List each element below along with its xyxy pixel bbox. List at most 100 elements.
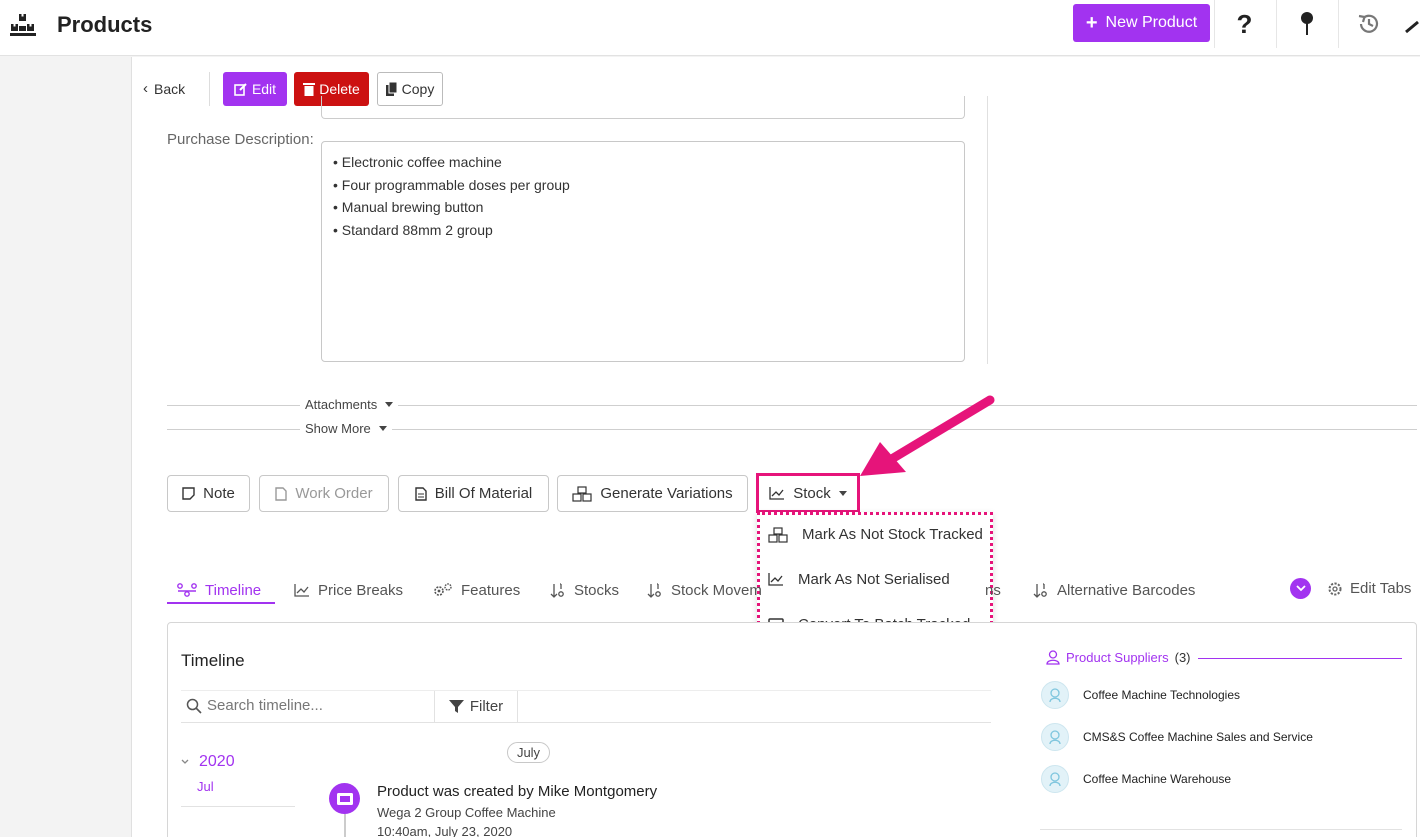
tab-stock-movements[interactable]: Stock Movem bbox=[647, 576, 762, 604]
bill-of-material-button[interactable]: Bill Of Material bbox=[398, 475, 549, 512]
help-button[interactable]: ? bbox=[1214, 0, 1274, 48]
back-button[interactable]: ‹ Back bbox=[143, 80, 185, 97]
show-more-toggle[interactable]: Show More bbox=[300, 421, 392, 436]
tab-alternative-barcodes[interactable]: Alternative Barcodes bbox=[1033, 576, 1195, 604]
coffee-avatar-icon bbox=[1049, 688, 1061, 703]
tab-partial-hidden[interactable]: ns bbox=[985, 576, 1001, 604]
tab-label: Price Breaks bbox=[318, 581, 404, 599]
generate-variations-button[interactable]: Generate Variations bbox=[557, 475, 748, 512]
event-icon-circle bbox=[329, 783, 360, 814]
year-label: 2020 bbox=[199, 753, 235, 770]
supplier-name: CMS&S Coffee Machine Sales and Service bbox=[1083, 730, 1313, 744]
caret-down-icon bbox=[385, 402, 394, 407]
purchase-line: • Four programmable doses per group bbox=[333, 176, 570, 193]
tab-label: Stocks bbox=[574, 581, 620, 599]
event-subtitle: Wega 2 Group Coffee Machine bbox=[377, 805, 556, 820]
edit-icon bbox=[234, 83, 247, 96]
expand-arrow-icon[interactable] bbox=[1404, 18, 1420, 34]
pin-button[interactable] bbox=[1276, 0, 1336, 48]
note-button[interactable]: Note bbox=[167, 475, 250, 512]
new-product-button[interactable]: + New Product bbox=[1073, 4, 1210, 42]
tab-stocks[interactable]: Stocks bbox=[550, 576, 619, 604]
attachments-toggle[interactable]: Attachments bbox=[300, 397, 399, 412]
timeline-search-input[interactable] bbox=[207, 697, 427, 714]
purchase-line: • Standard 88mm 2 group bbox=[333, 222, 493, 239]
menu-item-not-stock-tracked[interactable]: Mark As Not Stock Tracked bbox=[768, 526, 983, 543]
month-pill: July bbox=[507, 742, 550, 763]
gear-icon bbox=[1328, 582, 1342, 595]
supplier-item[interactable]: Coffee Machine Technologies bbox=[1041, 681, 1240, 709]
purchase-description-field[interactable]: • Electronic coffee machine • Four progr… bbox=[321, 141, 965, 362]
timeline-icon bbox=[177, 583, 197, 597]
active-tab-underline bbox=[167, 602, 275, 604]
boxes-icon bbox=[768, 526, 788, 543]
chevron-down-icon bbox=[1295, 585, 1306, 592]
new-product-label: New Product bbox=[1105, 14, 1198, 31]
top-bar: Products + New Product ? bbox=[0, 0, 1420, 56]
chevron-down-icon bbox=[181, 759, 189, 764]
sort-numeric-icon bbox=[550, 582, 564, 598]
event-title: Product was created by Mike Montgomery bbox=[377, 783, 658, 800]
document-icon bbox=[275, 486, 288, 501]
tab-features[interactable]: Features bbox=[433, 576, 520, 604]
supplier-item[interactable]: CMS&S Coffee Machine Sales and Service bbox=[1041, 723, 1313, 751]
bom-label: Bill Of Material bbox=[434, 485, 533, 502]
menu-item-label: Mark As Not Stock Tracked bbox=[802, 526, 983, 543]
purchase-description-label: Purchase Description: bbox=[167, 131, 314, 148]
filter-label: Filter bbox=[469, 698, 504, 715]
year-divider bbox=[181, 806, 295, 807]
tab-label: Timeline bbox=[205, 581, 262, 599]
more-tabs-button[interactable] bbox=[1290, 578, 1311, 599]
chevron-left-icon: ‹ bbox=[143, 80, 148, 97]
boxes-logo-icon bbox=[10, 14, 36, 36]
edit-label: Edit bbox=[251, 81, 277, 97]
coffee-avatar-icon bbox=[1049, 730, 1061, 745]
supplier-item[interactable]: Coffee Machine Warehouse bbox=[1041, 765, 1231, 793]
year-toggle[interactable]: 2020 bbox=[181, 753, 235, 771]
tab-price-breaks[interactable]: Price Breaks bbox=[294, 576, 403, 604]
search-icon bbox=[186, 698, 202, 714]
page-title: Products bbox=[57, 12, 153, 37]
coffee-avatar-icon bbox=[1049, 772, 1061, 787]
product-suppliers-heading[interactable]: Product Suppliers (3) bbox=[1046, 650, 1191, 665]
suppliers-count: (3) bbox=[1174, 650, 1191, 665]
stock-highlight-box bbox=[756, 473, 860, 513]
variations-label: Generate Variations bbox=[600, 485, 733, 502]
copy-icon bbox=[385, 82, 398, 96]
edit-button[interactable]: Edit bbox=[223, 72, 287, 106]
avatar bbox=[1041, 765, 1069, 793]
supplier-name: Coffee Machine Warehouse bbox=[1083, 772, 1232, 786]
pin-icon bbox=[1300, 12, 1313, 35]
note-label: Note bbox=[203, 485, 235, 502]
annotation-arrow-icon bbox=[860, 395, 995, 476]
avatar bbox=[1041, 723, 1069, 751]
tabs-bar: Timeline Price Breaks Features Stocks St… bbox=[167, 576, 1417, 606]
back-label: Back bbox=[154, 80, 186, 97]
plus-icon: + bbox=[1085, 11, 1098, 34]
filter-icon bbox=[448, 700, 464, 713]
work-order-label: Work Order bbox=[295, 485, 373, 502]
suppliers-underline bbox=[1198, 658, 1402, 659]
supplier-name: Coffee Machine Technologies bbox=[1083, 688, 1240, 702]
edit-tabs-label: Edit Tabs bbox=[1350, 580, 1412, 597]
suppliers-divider bbox=[1040, 829, 1402, 830]
tab-label: Alternative Barcodes bbox=[1057, 581, 1196, 599]
tab-timeline[interactable]: Timeline bbox=[177, 576, 261, 604]
timeline-title: Timeline bbox=[181, 651, 245, 670]
gears-icon bbox=[434, 583, 452, 596]
tab-label: Stock Movem bbox=[671, 581, 762, 599]
tab-label: Features bbox=[461, 581, 521, 599]
purchase-line: • Manual brewing button bbox=[333, 199, 484, 216]
history-button[interactable] bbox=[1338, 0, 1398, 48]
filter-button[interactable]: Filter bbox=[434, 691, 518, 722]
month-link[interactable]: Jul bbox=[197, 779, 214, 794]
suppliers-label: Product Suppliers bbox=[1066, 650, 1169, 665]
note-icon bbox=[182, 487, 195, 500]
boxes-icon bbox=[572, 485, 592, 502]
edit-tabs-button[interactable]: Edit Tabs bbox=[1327, 580, 1411, 597]
delete-label: Delete bbox=[319, 81, 360, 97]
show-more-label: Show More bbox=[305, 421, 371, 436]
avatar bbox=[1041, 681, 1069, 709]
work-order-button[interactable]: Work Order bbox=[259, 475, 389, 512]
previous-field-bottom[interactable] bbox=[321, 96, 965, 119]
